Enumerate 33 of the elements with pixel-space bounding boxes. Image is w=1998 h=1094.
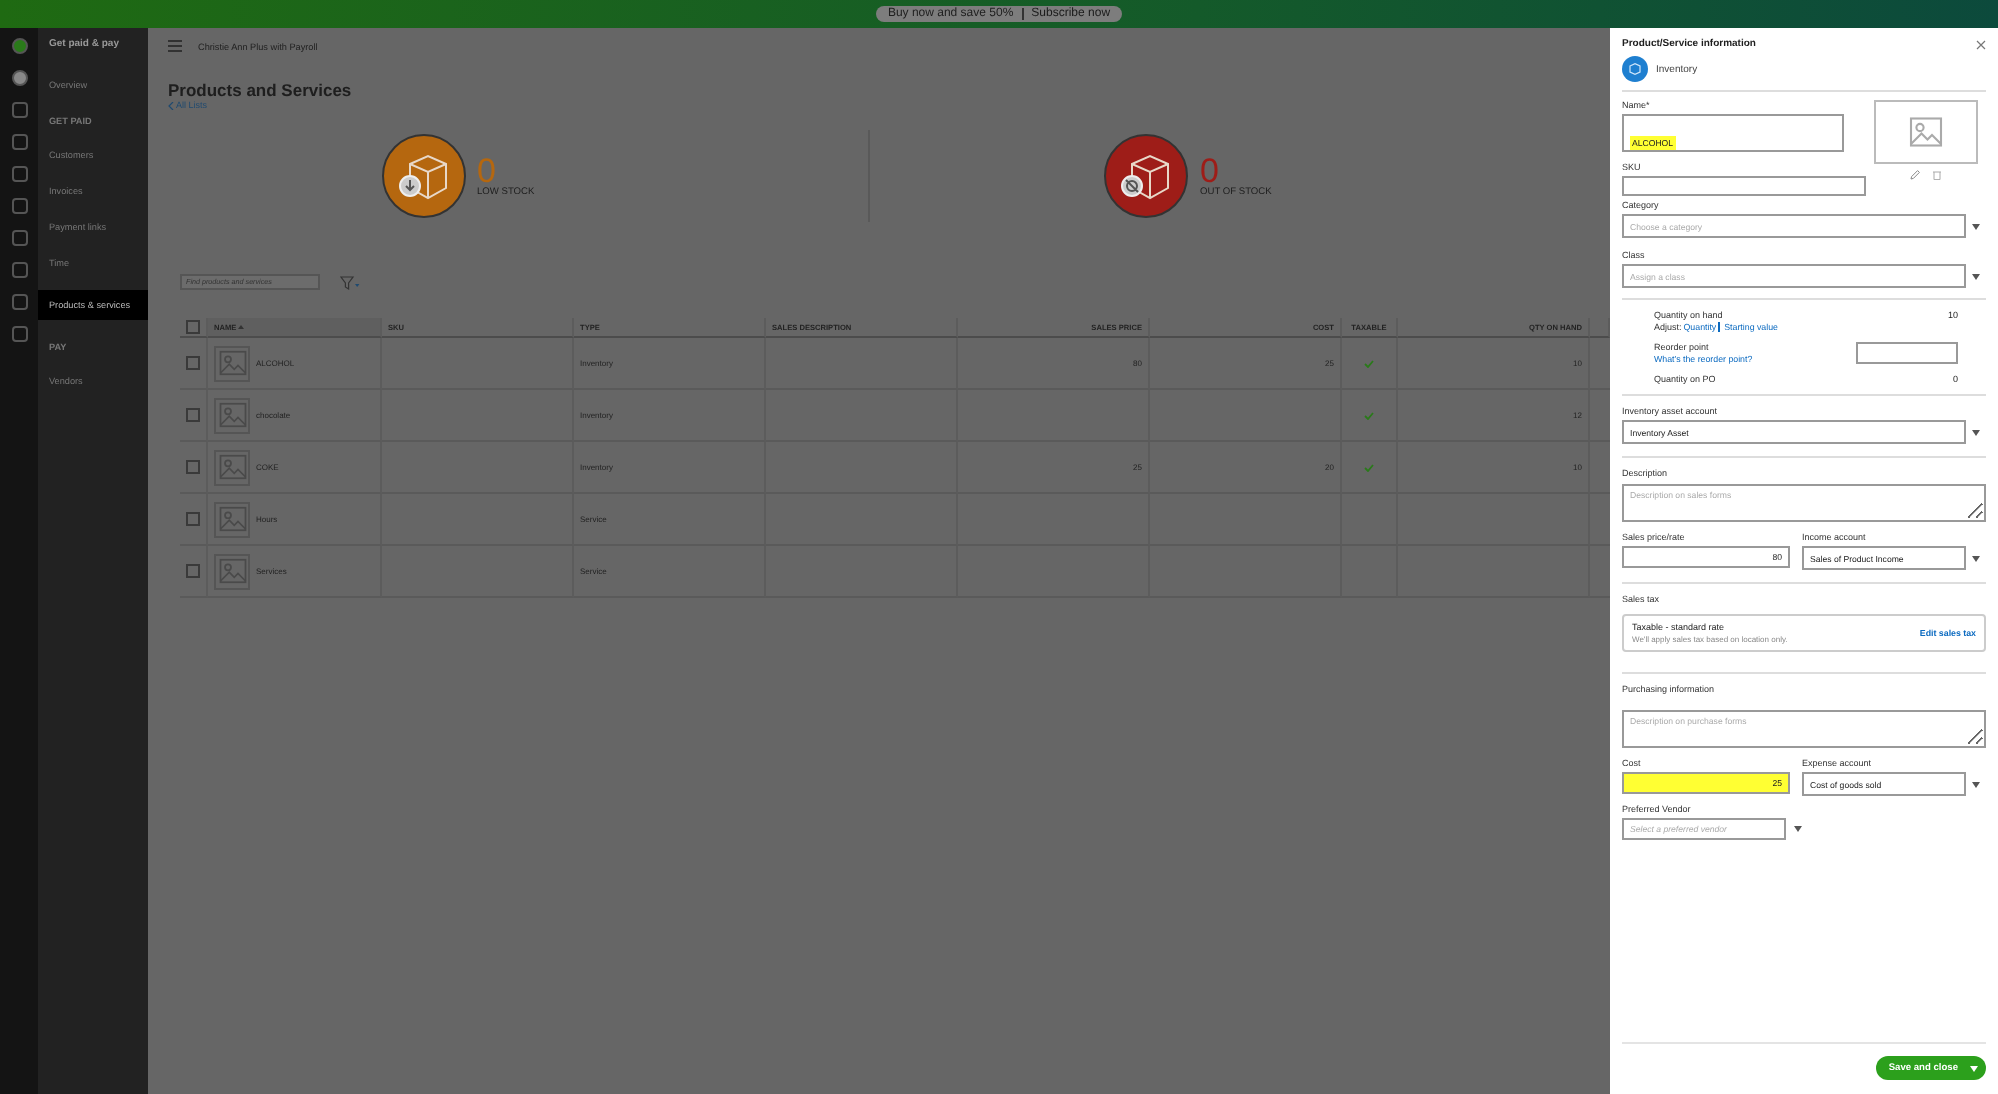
checkmark-icon (1364, 463, 1374, 471)
close-button[interactable] (1976, 39, 1986, 49)
stock-count: 0 (477, 154, 496, 188)
stock-badge[interactable] (381, 134, 465, 218)
row-checkbox[interactable] (186, 356, 200, 370)
inventory-type-icon[interactable] (1622, 56, 1648, 82)
row-checkbox[interactable] (186, 408, 200, 422)
row-checkbox[interactable] (186, 460, 200, 474)
logo-icon[interactable] (11, 38, 28, 54)
caret-icon (1970, 1065, 1978, 1071)
menu-icon[interactable] (168, 40, 182, 52)
row-checkbox[interactable] (186, 564, 200, 578)
sku-field[interactable] (1622, 176, 1866, 196)
stock-badge[interactable] (1104, 134, 1188, 218)
checkmark-icon (1364, 359, 1374, 367)
select-all-checkbox[interactable] (186, 320, 200, 334)
pencil-icon[interactable] (1910, 170, 1920, 180)
image-upload-placeholder[interactable] (1874, 100, 1978, 164)
filter-icon[interactable] (340, 275, 360, 289)
caret-icon (1972, 555, 1980, 561)
image-placeholder-icon (1908, 114, 1944, 150)
reorder-point-field[interactable] (1856, 342, 1958, 364)
caret-icon (1972, 273, 1980, 279)
page-title: Products and Services (168, 80, 354, 100)
caret-icon (1972, 429, 1980, 435)
checkmark-icon (1364, 411, 1374, 419)
caret-icon (1972, 781, 1980, 787)
caret-icon (1794, 826, 1802, 832)
chevron-left-icon (168, 101, 174, 109)
stock-count: 0 (1200, 154, 1219, 188)
caret-icon (1972, 223, 1980, 229)
trash-icon[interactable] (1932, 170, 1942, 180)
row-checkbox[interactable] (186, 512, 200, 526)
